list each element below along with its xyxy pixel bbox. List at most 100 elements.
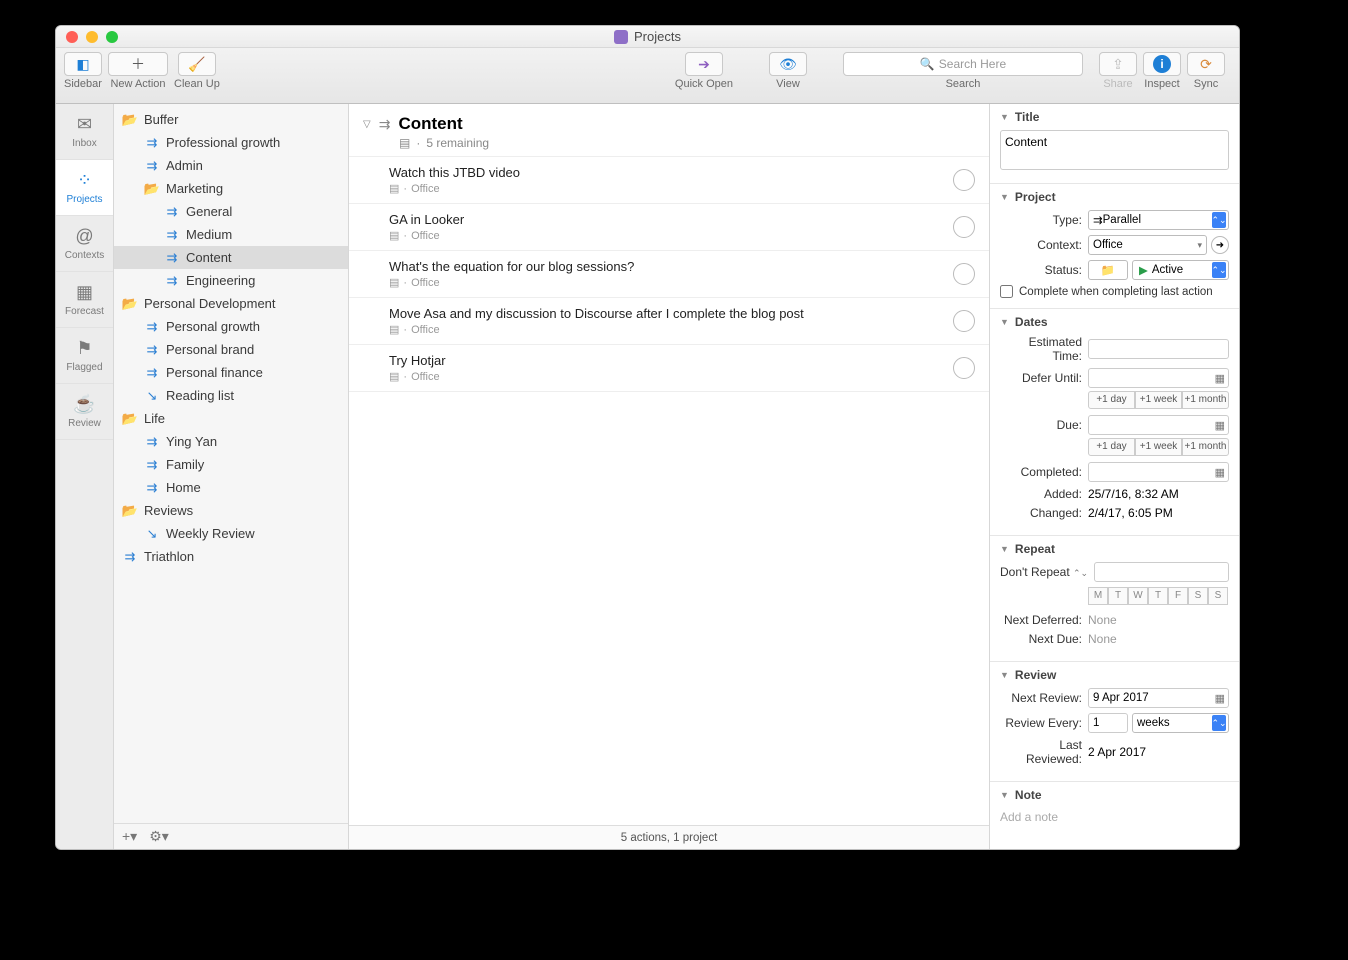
inspector-repeat-header: Repeat	[1015, 542, 1055, 556]
defer-plus-1m[interactable]: +1 month	[1182, 391, 1229, 409]
add-button[interactable]: +▾	[122, 828, 137, 845]
folder-life[interactable]: 📂Life	[114, 407, 348, 430]
task-checkbox[interactable]	[953, 357, 975, 379]
project-general[interactable]: ⇉General	[114, 200, 348, 223]
view-button[interactable]: 👁 View	[769, 52, 807, 90]
project-personal-growth[interactable]: ⇉Personal growth	[114, 315, 348, 338]
task-row[interactable]: Try Hotjar▤·Office	[349, 345, 989, 392]
completed-input[interactable]: ▦	[1088, 462, 1229, 482]
status-folder-button[interactable]: 📁	[1088, 260, 1128, 280]
search-icon: 🔍	[920, 57, 935, 71]
project-medium[interactable]: ⇉Medium	[114, 223, 348, 246]
parallel-icon: ⇉	[164, 250, 180, 266]
repeat-day-t[interactable]: T	[1148, 587, 1168, 605]
clean-up-button[interactable]: 🧹 Clean Up	[174, 52, 220, 90]
parallel-icon: ⇉	[122, 549, 138, 565]
changed-value: 2/4/17, 6:05 PM	[1088, 506, 1173, 520]
task-checkbox[interactable]	[953, 310, 975, 332]
task-row[interactable]: What's the equation for our blog session…	[349, 251, 989, 298]
new-action-button[interactable]: ＋ New Action	[108, 52, 168, 90]
defer-until-input[interactable]: ▦	[1088, 368, 1229, 388]
calendar-icon[interactable]: ▦	[1215, 419, 1225, 432]
next-review-input[interactable]: 9 Apr 2017▦	[1088, 688, 1229, 708]
due-plus-1w[interactable]: +1 week	[1135, 438, 1182, 456]
task-checkbox[interactable]	[953, 169, 975, 191]
search-input[interactable]: 🔍 Search Here	[843, 52, 1083, 76]
task-title: GA in Looker	[389, 212, 941, 227]
inspector-review-header: Review	[1015, 668, 1056, 682]
folder-icon: 📂	[122, 112, 138, 128]
perspective-inbox[interactable]: ✉Inbox	[56, 104, 113, 160]
title-field[interactable]	[1000, 130, 1229, 170]
type-select[interactable]: ⇉ Parallel⌃⌄	[1088, 210, 1229, 230]
project-content[interactable]: ⇉Content	[114, 246, 348, 269]
context-goto-icon[interactable]: ➜	[1211, 236, 1229, 254]
parallel-icon: ⇉	[144, 342, 160, 358]
due-plus-1d[interactable]: +1 day	[1088, 438, 1135, 456]
perspective-forecast[interactable]: ▦Forecast	[56, 272, 113, 328]
perspective-flagged[interactable]: ⚑Flagged	[56, 328, 113, 384]
repeat-day-f[interactable]: F	[1168, 587, 1188, 605]
sync-button[interactable]: ⟳ Sync	[1187, 52, 1225, 90]
inspect-button[interactable]: i Inspect	[1143, 52, 1181, 90]
share-button[interactable]: ⇪ Share	[1099, 52, 1137, 90]
project-family[interactable]: ⇉Family	[114, 453, 348, 476]
project-personal-finance[interactable]: ⇉Personal finance	[114, 361, 348, 384]
repeat-day-s[interactable]: S	[1208, 587, 1228, 605]
repeat-day-t[interactable]: T	[1108, 587, 1128, 605]
complete-last-checkbox[interactable]: Complete when completing last action	[1000, 285, 1229, 298]
task-checkbox[interactable]	[953, 263, 975, 285]
calendar-icon[interactable]: ▦	[1215, 466, 1225, 479]
folder-buffer[interactable]: 📂Buffer	[114, 108, 348, 131]
repeat-day-s[interactable]: S	[1188, 587, 1208, 605]
review-every-unit[interactable]: weeks⌃⌄	[1132, 713, 1229, 733]
perspective-projects[interactable]: ⁘Projects	[56, 160, 113, 216]
project-weekly-review[interactable]: ↘Weekly Review	[114, 522, 348, 545]
task-row[interactable]: GA in Looker▤·Office	[349, 204, 989, 251]
parallel-icon: ⇉	[144, 480, 160, 496]
perspective-contexts[interactable]: @Contexts	[56, 216, 113, 272]
project-triathlon[interactable]: ⇉Triathlon	[114, 545, 348, 568]
project-admin[interactable]: ⇉Admin	[114, 154, 348, 177]
due-plus-1m[interactable]: +1 month	[1182, 438, 1229, 456]
added-value: 25/7/16, 8:32 AM	[1088, 487, 1179, 501]
repeat-value-input[interactable]	[1094, 562, 1229, 582]
folder-personal-development[interactable]: 📂Personal Development	[114, 292, 348, 315]
project-ying-yan[interactable]: ⇉Ying Yan	[114, 430, 348, 453]
next-due-value: None	[1088, 632, 1117, 646]
gear-button[interactable]: ⚙▾	[149, 828, 169, 845]
arrow-icon: ➔	[698, 56, 710, 73]
task-context: Office	[411, 371, 440, 383]
perspective-review[interactable]: ☕Review	[56, 384, 113, 440]
status-bar: 5 actions, 1 project	[349, 825, 989, 849]
defer-plus-1w[interactable]: +1 week	[1135, 391, 1182, 409]
folder-reviews[interactable]: 📂Reviews	[114, 499, 348, 522]
due-input[interactable]: ▦	[1088, 415, 1229, 435]
disclosure-icon[interactable]: ▽	[363, 119, 371, 130]
folder-icon: 📁	[1101, 263, 1115, 277]
context-select[interactable]: Office▾	[1088, 235, 1207, 255]
note-icon: ▤	[389, 229, 399, 242]
calendar-icon[interactable]: ▦	[1215, 692, 1225, 705]
task-row[interactable]: Move Asa and my discussion to Discourse …	[349, 298, 989, 345]
note-input[interactable]: Add a note	[1000, 808, 1229, 826]
defer-plus-1d[interactable]: +1 day	[1088, 391, 1135, 409]
repeat-day-w[interactable]: W	[1128, 587, 1148, 605]
repeat-mode-select[interactable]: Don't Repeat	[1000, 565, 1070, 579]
task-checkbox[interactable]	[953, 216, 975, 238]
project-personal-brand[interactable]: ⇉Personal brand	[114, 338, 348, 361]
folder-marketing[interactable]: 📂Marketing	[114, 177, 348, 200]
calendar-icon[interactable]: ▦	[1215, 372, 1225, 385]
project-reading-list[interactable]: ↘Reading list	[114, 384, 348, 407]
repeat-day-m[interactable]: M	[1088, 587, 1108, 605]
project-professional-growth[interactable]: ⇉Professional growth	[114, 131, 348, 154]
project-engineering[interactable]: ⇉Engineering	[114, 269, 348, 292]
quick-open-button[interactable]: ➔ Quick Open	[675, 52, 733, 90]
review-icon: ☕	[73, 394, 95, 415]
status-select[interactable]: ▶Active⌃⌄	[1132, 260, 1229, 280]
estimated-time-input[interactable]	[1088, 339, 1229, 359]
task-row[interactable]: Watch this JTBD video▤·Office	[349, 157, 989, 204]
review-every-number[interactable]: 1	[1088, 713, 1128, 733]
sidebar-toggle-button[interactable]: ◧ Sidebar	[64, 52, 102, 90]
project-home[interactable]: ⇉Home	[114, 476, 348, 499]
